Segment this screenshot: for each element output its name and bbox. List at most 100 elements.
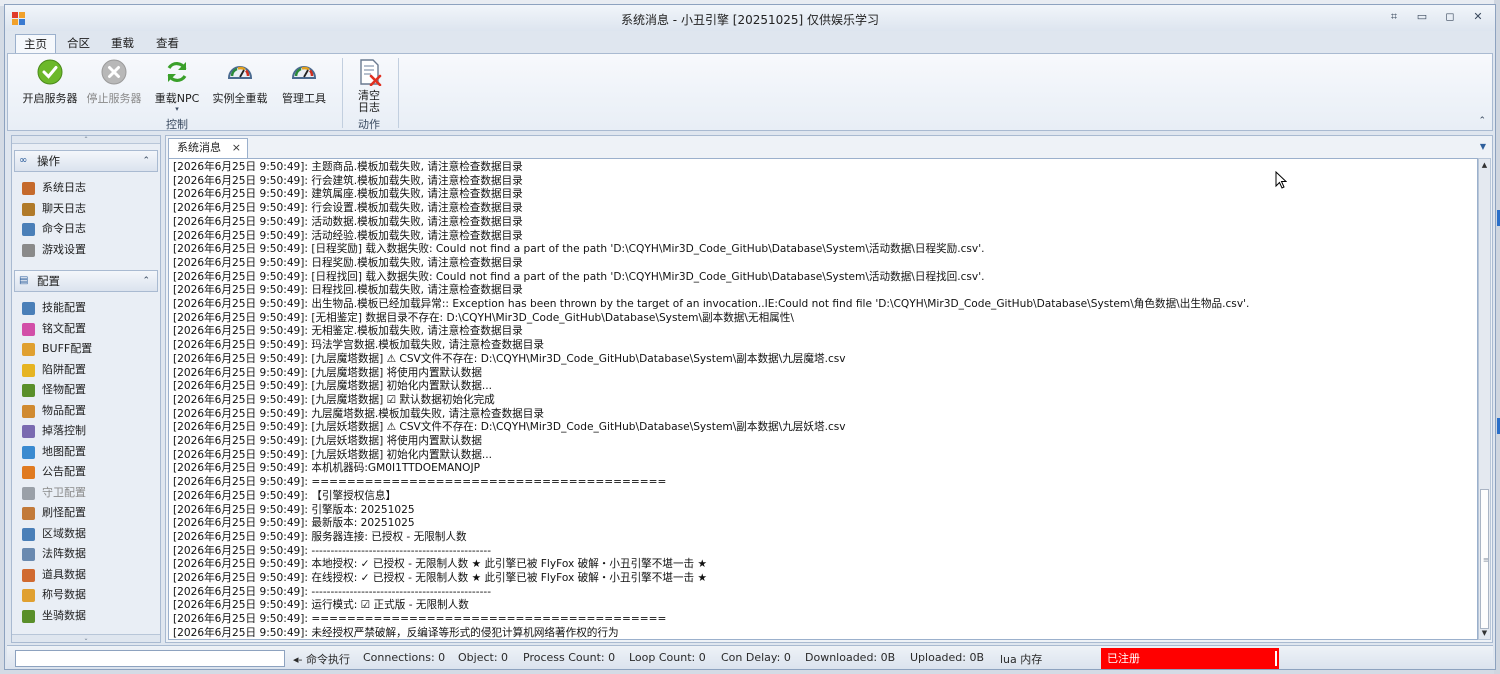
- status-edge: [1275, 651, 1277, 666]
- log-line: [2026年6月25日 9:50:49]: ==================…: [173, 613, 667, 626]
- check-circle-icon: [37, 59, 63, 85]
- stop-server-label: 停止服务器: [86, 92, 142, 105]
- skill-config-icon: [22, 302, 35, 315]
- main-window: 系统消息 - 小丑引擎 [20251025] 仅供娱乐学习 ⌗ ▭ ◻ ✕ 主页…: [4, 4, 1496, 670]
- sidebar-item[interactable]: 刷怪配置: [20, 503, 86, 523]
- log-line: [2026年6月25日 9:50:49]: 活动数据.模板加载失败, 请注意检查…: [173, 215, 523, 228]
- ribbon-tabs: 主页 合区 重载 查看: [5, 32, 1495, 54]
- region-data-icon: [22, 527, 35, 541]
- ribbon-collapse-icon[interactable]: ⌃: [1478, 116, 1486, 126]
- sidebar-item[interactable]: 称号数据: [20, 585, 86, 605]
- stop-server-button[interactable]: 停止服务器: [84, 58, 144, 114]
- dropdown-arrow-icon[interactable]: ▾: [150, 106, 204, 113]
- sidebar-item[interactable]: 公告配置: [20, 462, 86, 482]
- tab-system-messages[interactable]: 系统消息 ×: [168, 138, 248, 158]
- doc-tab-label: 系统消息: [177, 141, 221, 154]
- sidebar-item[interactable]: 地图配置: [20, 442, 86, 462]
- system-log-icon: [22, 182, 35, 195]
- scrollbar-thumb[interactable]: ≡: [1480, 489, 1489, 629]
- chevron-up-icon: ⌃: [142, 276, 150, 286]
- sidebar-item[interactable]: 技能配置: [20, 298, 86, 318]
- clear-log-button[interactable]: 清空 日志: [350, 58, 388, 114]
- sidebar-item[interactable]: 道具数据: [20, 565, 86, 585]
- reload-npc-button[interactable]: 重载NPC ▾: [150, 58, 204, 114]
- log-line: [2026年6月25日 9:50:49]: [九层魔塔数据] ☑ 默认数据初始化…: [173, 393, 495, 406]
- maximize-button[interactable]: ◻: [1439, 9, 1461, 25]
- execute-command-button[interactable]: ◂- 命令执行: [293, 651, 350, 667]
- sidebar-item[interactable]: 区域数据: [20, 524, 86, 544]
- document-list-dropdown-icon[interactable]: ▼: [1480, 142, 1486, 151]
- drop-control-icon: [22, 425, 35, 438]
- title-data-icon: [22, 589, 35, 602]
- sidebar-scroll-up-icon[interactable]: ⌃: [12, 136, 160, 144]
- tab-merge[interactable]: 合区: [59, 34, 98, 54]
- map-config-icon: [22, 445, 35, 459]
- sidebar-item[interactable]: 命令日志: [20, 219, 86, 239]
- sidebar-item[interactable]: BUFF配置: [20, 339, 92, 359]
- sidebar-item[interactable]: 守卫配置: [20, 483, 86, 503]
- sidebar-item[interactable]: 聊天日志: [20, 199, 86, 219]
- sidebar: ⌃ ∞ 操作 ⌃ 系统日志 聊天日志命令日志游戏设置 ▤ 配置 ⌃ 技能配置 铭文配…: [11, 135, 161, 643]
- sidebar-item-label: BUFF配置: [42, 342, 93, 355]
- connections-count: Connections: 0: [363, 651, 446, 664]
- scroll-up-icon[interactable]: ▲: [1479, 159, 1490, 171]
- restore-window-icon[interactable]: ⌗: [1383, 9, 1405, 25]
- sidebar-item-label: 游戏设置: [42, 242, 86, 256]
- sidebar-item[interactable]: 系统日志: [20, 178, 86, 198]
- sidebar-item[interactable]: 掉落控制: [20, 421, 86, 441]
- reload-all-button[interactable]: 实例全重载: [210, 58, 270, 114]
- system-log-view[interactable]: [2026年6月25日 9:50:49]: 主题商品.模板加载失败, 请注意检查…: [168, 158, 1478, 640]
- chevron-up-icon: ⌃: [142, 156, 150, 166]
- sidebar-item-label: 刷怪配置: [42, 506, 86, 519]
- close-button[interactable]: ✕: [1467, 9, 1489, 25]
- log-line: [2026年6月25日 9:50:49]: [九层妖塔数据] 将使用内置默认数据: [173, 435, 482, 447]
- close-tab-icon[interactable]: ×: [232, 139, 241, 157]
- sidebar-item-label: 物品配置: [42, 403, 86, 417]
- admin-tools-label: 管理工具: [282, 92, 326, 105]
- sidebar-item[interactable]: 物品配置: [20, 401, 86, 421]
- document-area: 系统消息 × ▼ [2026年6月25日 9:50:49]: 主题商品.模板加载…: [165, 135, 1493, 643]
- tab-home[interactable]: 主页: [15, 34, 56, 54]
- game-settings-icon: [22, 243, 35, 257]
- ribbon-panel: 开启服务器 停止服务器 重载NPC ▾ 实例全重载 管理工具 控制 清空 日志 …: [7, 53, 1493, 131]
- sidebar-group-operations[interactable]: ∞ 操作 ⌃: [14, 150, 158, 172]
- admin-tools-button[interactable]: 管理工具: [278, 58, 330, 114]
- tab-reload[interactable]: 重载: [103, 34, 142, 54]
- start-server-label: 开启服务器: [22, 92, 78, 105]
- start-server-button[interactable]: 开启服务器: [20, 58, 80, 114]
- minimize-button[interactable]: ▭: [1411, 9, 1433, 25]
- tab-view[interactable]: 查看: [148, 34, 187, 54]
- sidebar-item-label: 道具数据: [42, 567, 86, 581]
- buff-config-icon: [22, 343, 35, 356]
- log-line: [2026年6月25日 9:50:49]: 日程找回.模板加载失败, 请注意检查…: [173, 284, 523, 297]
- sidebar-item-label: 守卫配置: [42, 485, 86, 499]
- spawn-config-icon: [22, 507, 35, 520]
- lua-memory: lua 内存: [1000, 653, 1043, 666]
- sidebar-item[interactable]: 铭文配置: [20, 319, 86, 339]
- sidebar-item[interactable]: 怪物配置: [20, 380, 86, 400]
- log-line: [2026年6月25日 9:50:49]: 引擎版本: 20251025: [173, 503, 415, 516]
- sidebar-item-label: 命令日志: [42, 222, 86, 235]
- command-input[interactable]: [15, 650, 285, 667]
- log-line: [2026年6月25日 9:50:49]: 无相鉴定.模板加载失败, 请注意检查…: [173, 325, 523, 338]
- log-line: [2026年6月25日 9:50:49]: 建筑属座.模板加载失败, 请注意检查…: [173, 188, 523, 201]
- prop-data-icon: [22, 568, 35, 582]
- sidebar-item[interactable]: 法阵数据: [20, 544, 86, 564]
- log-line: [2026年6月25日 9:50:49]: 在线授权: ✓ 已授权 - 无限制人…: [173, 572, 708, 584]
- log-line: [2026年6月25日 9:50:49]: [九层妖塔数据] 初始化内置默认数据…: [173, 448, 493, 461]
- sidebar-item[interactable]: 陷阱配置: [20, 360, 86, 380]
- log-line: [2026年6月25日 9:50:49]: 服务器连接: 已授权 - 无限制人数: [173, 530, 467, 543]
- sidebar-scroll-down-icon[interactable]: ⌄: [12, 634, 160, 642]
- sidebar-item-label: 陷阱配置: [42, 362, 86, 376]
- sidebar-item[interactable]: 坐骑数据: [20, 606, 86, 626]
- log-scrollbar[interactable]: ▲ ≡ ▼: [1478, 158, 1491, 640]
- sidebar-group-label: 操作: [37, 154, 60, 168]
- log-line: [2026年6月25日 9:50:49]: [日程奖励] 载入数据失败: Cou…: [173, 243, 985, 256]
- log-line: [2026年6月25日 9:50:49]: 日程奖励.模板加载失败, 请注意检查…: [173, 256, 523, 269]
- scroll-down-icon[interactable]: ▼: [1479, 627, 1490, 639]
- log-line: [2026年6月25日 9:50:49]: [九层魔塔数据] 初始化内置默认数据…: [173, 380, 493, 393]
- log-line: [2026年6月25日 9:50:49]: ------------------…: [173, 585, 492, 598]
- formation-data-icon: [22, 548, 35, 561]
- sidebar-item[interactable]: 游戏设置: [20, 240, 86, 260]
- sidebar-group-config[interactable]: ▤ 配置 ⌃: [14, 270, 158, 292]
